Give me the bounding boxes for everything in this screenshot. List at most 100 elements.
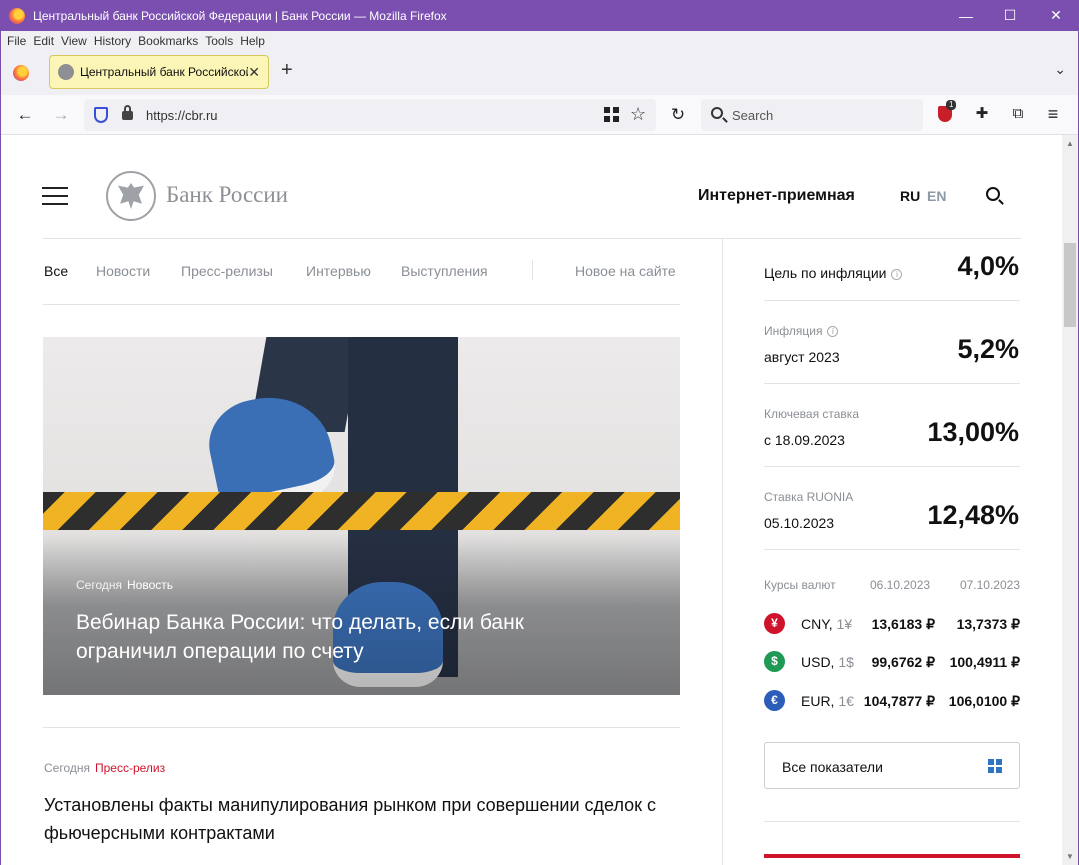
inflation-value: 5,2% xyxy=(957,334,1019,364)
yuan-icon: ¥ xyxy=(764,613,785,634)
menu-file[interactable]: File xyxy=(7,34,26,48)
bookmark-star-icon[interactable]: ☆ xyxy=(630,104,646,125)
info-icon[interactable]: i xyxy=(827,326,839,337)
search-placeholder[interactable]: Search xyxy=(732,108,773,123)
url-text[interactable]: https://cbr.ru xyxy=(146,108,218,123)
tab-label: Центральный банк Российской Федерации xyxy=(80,65,248,79)
menu-history[interactable]: History xyxy=(94,34,131,48)
site-logo-text[interactable]: Банк России xyxy=(166,182,288,208)
lang-en-link[interactable]: EN xyxy=(927,188,946,204)
fx-code: CNY, 1¥ xyxy=(801,616,852,632)
fx-unit: 1¥ xyxy=(836,616,853,632)
internet-reception-link[interactable]: Интернет-приемная xyxy=(698,187,855,205)
inflation-target-label[interactable]: Цель по инфляции i xyxy=(764,265,903,281)
filters-divider xyxy=(43,304,680,305)
fx-row-cny[interactable]: ¥ CNY, 1¥ 13,6183 ₽ 13,7373 ₽ xyxy=(764,613,1020,635)
bank-emblem-icon[interactable] xyxy=(106,171,156,221)
inflation-small-text: Инфляция xyxy=(764,324,823,338)
menu-edit[interactable]: Edit xyxy=(33,34,54,48)
ruonia-small-label: Ставка RUONIA xyxy=(764,490,854,504)
extensions-icon[interactable]: ⧉ xyxy=(1009,105,1027,123)
fx-value-1: 104,7877 ₽ xyxy=(863,693,935,709)
indicator-divider xyxy=(764,821,1020,822)
accent-bar xyxy=(764,854,1020,858)
filter-all[interactable]: Все xyxy=(44,263,68,279)
new-tab-button[interactable]: + xyxy=(281,59,293,82)
fx-code-text: USD, xyxy=(801,654,835,670)
menu-view[interactable]: View xyxy=(61,34,87,48)
hero-date: Сегодня xyxy=(76,578,122,592)
forward-button[interactable]: → xyxy=(49,103,73,127)
filter-speeches[interactable]: Выступления xyxy=(401,263,488,279)
scrollbar-thumb[interactable] xyxy=(1064,243,1076,327)
hero-meta: Сегодня Новость xyxy=(76,578,173,592)
hero-headline[interactable]: Вебинар Банка России: что делать, если б… xyxy=(76,608,596,666)
menu-help[interactable]: Help xyxy=(240,34,265,48)
filter-interviews[interactable]: Интервью xyxy=(306,263,371,279)
qr-code-icon[interactable] xyxy=(604,107,619,122)
fx-code-text: EUR, xyxy=(801,693,835,709)
key-rate-small-label: Ключевая ставка xyxy=(764,407,859,421)
tab-cbr[interactable]: Центральный банк Российской Федерации ✕ xyxy=(49,55,269,89)
list-all-tabs-icon[interactable]: ⌄ xyxy=(1054,61,1066,78)
new-on-site-link[interactable]: Новое на сайте xyxy=(575,263,676,279)
fx-row-eur[interactable]: € EUR, 1€ 104,7877 ₽ 106,0100 ₽ xyxy=(764,690,1020,712)
firefox-logo-icon xyxy=(9,7,25,24)
fx-unit: 1€ xyxy=(838,693,854,709)
lang-ru-link[interactable]: RU xyxy=(900,188,920,204)
all-indicators-button[interactable]: Все показатели xyxy=(764,742,1020,789)
inflation-target-value: 4,0% xyxy=(957,251,1019,281)
lock-icon[interactable] xyxy=(122,105,133,120)
news-headline[interactable]: Установлены факты манипулирования рынком… xyxy=(44,791,674,847)
fx-date-1: 06.10.2023 xyxy=(870,578,931,592)
menu-bookmarks[interactable]: Bookmarks xyxy=(138,34,198,48)
all-indicators-label: Все показатели xyxy=(782,759,883,775)
filter-press-releases[interactable]: Пресс-релизы xyxy=(181,263,273,279)
title-bar: Центральный банк Российской Федерации | … xyxy=(0,0,1079,31)
scroll-up-arrow-icon[interactable]: ▲ xyxy=(1066,139,1074,148)
filter-separator xyxy=(532,260,533,280)
close-window-button[interactable]: ✕ xyxy=(1033,0,1079,31)
back-button[interactable]: ← xyxy=(13,103,37,127)
address-bar[interactable]: https://cbr.ru ☆ xyxy=(84,99,656,131)
fx-row-usd[interactable]: $ USD, 1$ 99,6762 ₽ 100,4911 ₽ xyxy=(764,651,1020,673)
ruonia-value: 12,48% xyxy=(927,500,1019,530)
tracking-protection-shield-icon[interactable] xyxy=(94,107,108,123)
indicator-divider xyxy=(764,466,1020,467)
firefox-view-icon[interactable] xyxy=(13,65,29,81)
indicator-divider xyxy=(764,549,1020,550)
hamburger-menu-icon[interactable] xyxy=(42,187,68,205)
menu-tools[interactable]: Tools xyxy=(205,34,233,48)
search-bar[interactable]: Search xyxy=(701,99,923,131)
filter-news[interactable]: Новости xyxy=(96,263,150,279)
fx-code: USD, 1$ xyxy=(801,654,854,670)
fx-value-2: 106,0100 ₽ xyxy=(948,693,1020,709)
header-divider xyxy=(43,238,1021,239)
news-type-press-release[interactable]: Пресс-релиз xyxy=(95,761,165,775)
minimize-button[interactable]: — xyxy=(943,0,989,31)
indicator-divider xyxy=(764,383,1020,384)
fx-code-text: CNY, xyxy=(801,616,833,632)
column-divider xyxy=(722,239,723,865)
key-rate-date: с 18.09.2023 xyxy=(764,432,845,448)
inflation-small-label: Инфляция i xyxy=(764,324,839,338)
cbr-favicon-icon xyxy=(58,64,74,80)
fx-unit: 1$ xyxy=(838,654,854,670)
addon-icon[interactable]: ✚ xyxy=(973,105,991,123)
fx-value-2: 100,4911 ₽ xyxy=(949,654,1020,670)
site-search-icon[interactable] xyxy=(986,187,1000,201)
hero-image-barrier-tape xyxy=(43,492,680,530)
search-icon xyxy=(711,107,723,119)
scroll-down-arrow-icon[interactable]: ▼ xyxy=(1066,852,1074,861)
news-date: Сегодня xyxy=(44,761,90,775)
reload-button[interactable]: ↻ xyxy=(666,103,690,127)
app-menu-icon[interactable]: ≡ xyxy=(1044,105,1062,123)
info-icon[interactable]: i xyxy=(891,269,903,280)
inflation-target-text: Цель по инфляции xyxy=(764,265,887,281)
page-scrollbar[interactable]: ▲ ▼ xyxy=(1062,135,1078,865)
maximize-button[interactable]: ☐ xyxy=(987,0,1033,31)
fx-value-2: 13,7373 ₽ xyxy=(956,616,1020,632)
inflation-period: август 2023 xyxy=(764,349,840,365)
tab-close-icon[interactable]: ✕ xyxy=(248,64,260,81)
hero-news-card[interactable]: Сегодня Новость Вебинар Банка России: что… xyxy=(43,337,680,695)
